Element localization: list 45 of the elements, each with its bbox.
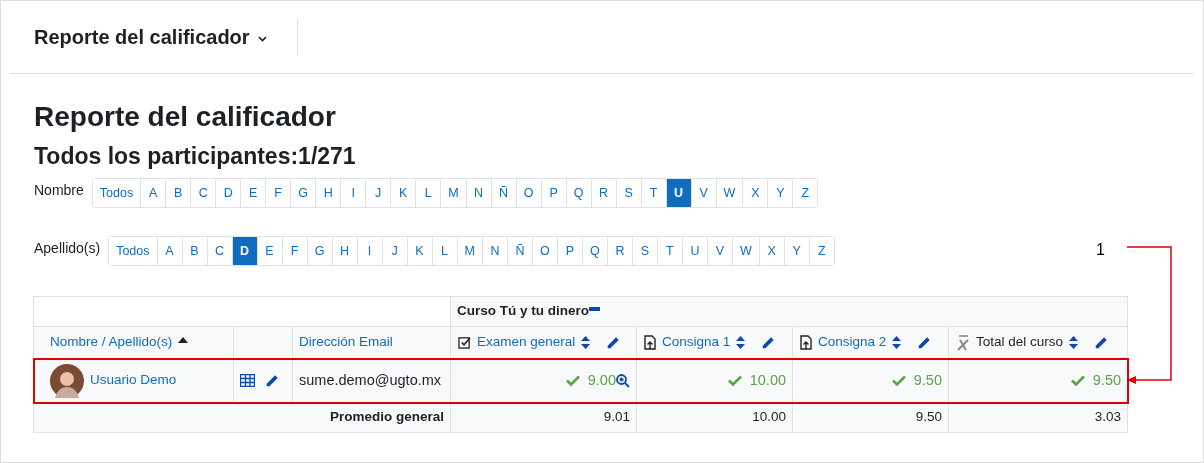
grade-value: 9.00 xyxy=(587,370,616,390)
average-label: Promedio general xyxy=(329,409,444,425)
average-value: 10.00 xyxy=(752,409,786,425)
collapse-icon[interactable] xyxy=(589,306,601,311)
grade-value: 9.50 xyxy=(1092,370,1122,390)
checkbox-icon xyxy=(458,336,471,349)
chevron-down-icon[interactable] xyxy=(257,35,267,42)
check-icon xyxy=(1070,375,1085,386)
page-title: Reporte del calificador xyxy=(34,100,337,134)
file-upload-icon xyxy=(644,335,656,350)
filter-label: Apellido(s) xyxy=(34,239,101,258)
student-email: sume.demo@ugto.mx xyxy=(299,371,442,388)
page-subtitle: Todos los participantes:1/271 xyxy=(34,142,357,171)
annotation-number: 1 xyxy=(1096,240,1105,260)
check-icon xyxy=(891,375,906,386)
pencil-icon[interactable] xyxy=(606,335,621,350)
file-upload-icon xyxy=(800,335,812,350)
grade-value: 9.50 xyxy=(913,370,942,390)
sort-ascending-icon[interactable] xyxy=(178,336,189,343)
letter-button[interactable]: Z xyxy=(808,237,834,265)
pencil-icon[interactable] xyxy=(1094,335,1109,350)
average-value: 9.50 xyxy=(915,409,942,425)
check-icon xyxy=(565,375,580,386)
grade-value: 10.00 xyxy=(749,370,786,390)
avatar-icon xyxy=(50,363,84,398)
pencil-icon[interactable] xyxy=(761,335,776,350)
table-icon[interactable] xyxy=(240,374,255,387)
pencil-icon[interactable] xyxy=(917,335,932,350)
sort-icon[interactable] xyxy=(1069,336,1079,349)
letter-button[interactable]: Z xyxy=(792,179,818,207)
mean-icon xyxy=(956,334,970,351)
header-title[interactable]: Reporte del calificador xyxy=(34,21,250,52)
grade-column-header: Total del curso xyxy=(976,333,1064,352)
sort-icon[interactable] xyxy=(892,336,902,349)
check-icon xyxy=(727,375,742,386)
letter-button[interactable]: U xyxy=(665,179,691,207)
letter-button[interactable]: D xyxy=(231,237,257,265)
average-value: 3.03 xyxy=(1094,409,1122,425)
sort-icon[interactable] xyxy=(581,336,591,349)
pencil-icon[interactable] xyxy=(265,373,279,388)
category-header: Curso Tú y tu dinero xyxy=(457,302,590,321)
filter-label: Nombre xyxy=(34,181,84,200)
sort-icon[interactable] xyxy=(736,336,746,349)
average-value: 9.01 xyxy=(603,409,630,425)
zoom-in-icon[interactable] xyxy=(616,373,630,388)
